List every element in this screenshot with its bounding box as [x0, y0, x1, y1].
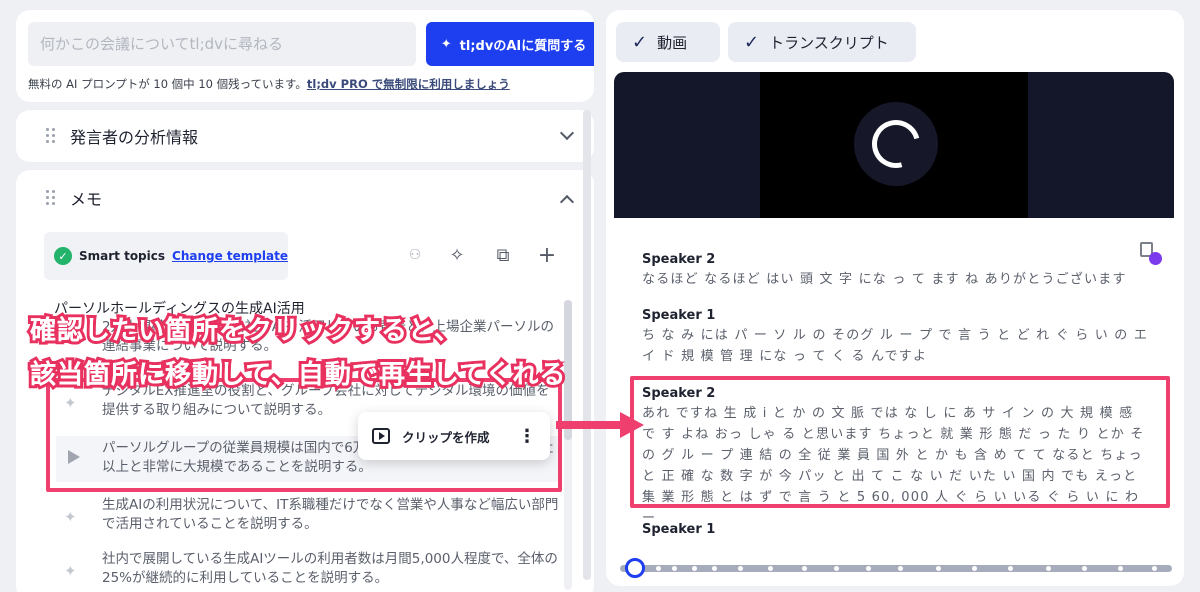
speaker-name: Speaker 1 — [642, 308, 716, 323]
spinner-icon — [863, 111, 929, 177]
prompt-quota-text: 無料の AI プロンプトが 10 個中 10 個残っています。 — [28, 77, 307, 91]
speakers-icon[interactable]: ⚇ — [402, 242, 428, 268]
left-column-scrollbar[interactable] — [583, 110, 591, 580]
sparkle-icon: ✦ — [64, 562, 77, 580]
callout-line-2-fill: 該当箇所に移動して、自動で再生してくれる — [30, 360, 567, 390]
timeline-marker[interactable] — [1118, 566, 1123, 571]
check-icon: ✓ — [744, 31, 760, 53]
timeline-marker[interactable] — [1152, 566, 1157, 571]
memo-bullet[interactable]: ✦ 社内で展開している生成AIツールの利用者数は月間5,000人程度で、全体の2… — [56, 550, 562, 590]
tab-transcript[interactable]: ✓ トランスクリプト — [728, 22, 916, 62]
timeline-marker[interactable] — [972, 566, 977, 571]
memo-bullet-text: 社内で展開している生成AIツールの利用者数は月間5,000人程度で、全体の25%… — [102, 551, 558, 586]
check-icon: ✓ — [632, 31, 648, 53]
timeline-marker[interactable] — [802, 566, 807, 571]
video-frame — [760, 72, 1028, 218]
copy-icon[interactable]: ⧉ — [490, 242, 516, 268]
ask-ai-button[interactable]: ✦ tl;dvのAIに質問する — [426, 22, 594, 66]
speaker-name: Speaker 2 — [642, 252, 716, 267]
smart-topics-badge: ✓ Smart topics Change template — [44, 232, 288, 280]
speaker-name: Speaker 1 — [642, 522, 716, 537]
timeline-marker[interactable] — [1008, 566, 1013, 571]
smart-topics-label: Smart topics — [79, 249, 166, 263]
transcript-utterance[interactable]: Speaker 2 なるほど なるほど はい 頭 文 字 にな っ て ます ね… — [642, 252, 1152, 290]
speaker-insights-section[interactable]: 発言者の分析情報 — [16, 110, 594, 162]
loading-spinner — [854, 102, 938, 186]
video-player[interactable] — [614, 72, 1174, 218]
check-circle-icon: ✓ — [54, 247, 72, 265]
playback-timeline[interactable] — [620, 558, 1172, 578]
utterance-text: なるほど なるほど はい 頭 文 字 にな っ て ます ね ありがとうございま… — [642, 272, 1127, 287]
timeline-marker[interactable] — [936, 566, 941, 571]
timeline-track[interactable] — [620, 565, 1172, 572]
sparkle-icon: ✦ — [64, 508, 77, 526]
tab-video-label: 動画 — [657, 33, 688, 52]
timeline-marker[interactable] — [866, 566, 871, 571]
timeline-marker[interactable] — [672, 566, 677, 571]
speaker-insights-title: 発言者の分析情報 — [70, 128, 199, 147]
memo-scrollbar[interactable] — [564, 300, 572, 590]
drag-handle-icon[interactable] — [46, 128, 58, 144]
timeline-marker[interactable] — [1046, 566, 1051, 571]
memo-bullet[interactable]: ✦ 生成AIの利用状況について、IT系職種だけでなく営業や人事など幅広い部門で活… — [56, 496, 562, 536]
upgrade-pro-link[interactable]: tl;dv PRO で無制限に利用しましょう — [307, 77, 510, 91]
sparkle-icon: ✦ — [440, 36, 452, 52]
add-icon[interactable]: + — [534, 242, 560, 268]
timeline-marker[interactable] — [768, 566, 773, 571]
ask-ai-input[interactable] — [28, 22, 416, 66]
ask-ai-button-label: tl;dvのAIに質問する — [459, 38, 587, 54]
highlight-box-memo — [46, 378, 562, 492]
drag-handle-icon[interactable] — [46, 190, 58, 206]
memo-title: メモ — [70, 190, 103, 209]
memo-bullet-text: 生成AIの利用状況について、IT系職種だけでなく営業や人事など幅広い部門で活用さ… — [102, 497, 559, 532]
timeline-marker[interactable] — [712, 566, 717, 571]
ask-ai-panel: ✦ tl;dvのAIに質問する 無料の AI プロンプトが 10 個中 10 個… — [16, 10, 594, 102]
transcript-utterance[interactable]: Speaker 1 — [642, 522, 1152, 539]
highlight-box-transcript — [630, 376, 1170, 508]
change-template-link[interactable]: Change template — [172, 249, 288, 263]
timeline-marker[interactable] — [1082, 566, 1087, 571]
chevron-up-icon[interactable] — [559, 194, 575, 210]
timeline-marker[interactable] — [898, 566, 903, 571]
prompt-quota-note: 無料の AI プロンプトが 10 個中 10 個残っています。tl;dv PRO… — [28, 76, 510, 92]
transcript-utterance[interactable]: Speaker 1 ち な み には パ ー ソ ル の そのグ ル ー プ で… — [642, 308, 1152, 367]
timeline-marker[interactable] — [834, 566, 839, 571]
timeline-marker[interactable] — [656, 566, 661, 571]
arrow-icon — [556, 412, 644, 438]
timeline-scrubber[interactable] — [625, 558, 645, 578]
chevron-down-icon[interactable] — [559, 125, 575, 141]
timeline-marker[interactable] — [738, 566, 743, 571]
tab-video[interactable]: ✓ 動画 — [616, 22, 720, 62]
timeline-marker[interactable] — [692, 566, 697, 571]
magic-wand-icon[interactable]: ✧ — [444, 242, 470, 268]
tab-transcript-label: トランスクリプト — [769, 33, 889, 52]
callout-line-1-fill: 確認したい箇所をクリックすると、 — [30, 316, 461, 346]
utterance-text: ち な み には パ ー ソ ル の そのグ ル ー プ で 言 う と ど れ… — [642, 328, 1149, 364]
